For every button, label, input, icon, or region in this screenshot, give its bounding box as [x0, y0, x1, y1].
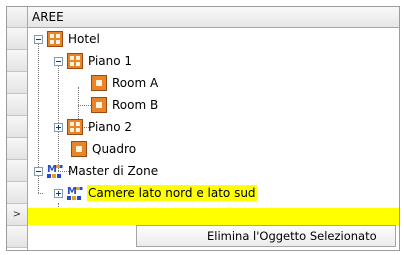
tree-node-label[interactable]: Piano 2 [87, 119, 133, 135]
column-header[interactable]: AREE [28, 7, 399, 28]
context-menu: Elimina l'Oggetto Selezionato [136, 225, 396, 247]
row-header[interactable] [7, 28, 27, 50]
corner-header [7, 7, 27, 28]
master-zone-icon [47, 163, 63, 179]
room-icon [91, 97, 107, 113]
expand-toggle-icon[interactable] [54, 188, 63, 198]
collapse-toggle-icon[interactable] [34, 34, 43, 44]
area-grid-icon [67, 119, 83, 135]
tree-node-label[interactable]: Camere lato nord e lato sud [87, 185, 257, 201]
tree-row[interactable]: Master di Zone [28, 160, 399, 182]
collapse-toggle-icon[interactable] [54, 56, 63, 66]
row-header-current[interactable]: > [7, 204, 27, 226]
row-header[interactable] [7, 72, 27, 94]
delete-selected-menu-item[interactable]: Elimina l'Oggetto Selezionato [207, 226, 377, 246]
tree-node-label[interactable]: Room B [111, 97, 159, 113]
row-header[interactable] [7, 116, 27, 138]
row-header-column: > [7, 7, 28, 250]
tree-row-selected[interactable]: Camere lato nord e lato sud [28, 182, 399, 204]
row-header[interactable] [7, 50, 27, 72]
tree-node-label[interactable]: Quadro [91, 141, 137, 157]
tree-node-label[interactable]: Hotel [67, 31, 101, 47]
collapse-toggle-icon[interactable] [34, 166, 43, 176]
tree-row[interactable]: Quadro [28, 138, 399, 160]
row-header[interactable] [7, 226, 27, 248]
room-icon [91, 75, 107, 91]
row-header[interactable] [7, 94, 27, 116]
master-zone-icon [67, 185, 83, 201]
tree-row[interactable]: Hotel [28, 28, 399, 50]
tree-row[interactable]: Room A [28, 72, 399, 94]
tree-node-label[interactable]: Master di Zone [67, 163, 159, 179]
tree-node-label[interactable]: Piano 1 [87, 53, 133, 69]
row-header[interactable] [7, 182, 27, 204]
tree-grid: AREE > Hotel Piano 1 Room A Room B Piano… [6, 6, 400, 251]
row-header[interactable] [7, 160, 27, 182]
selected-row-highlight [28, 208, 399, 225]
tree-row[interactable]: Room B [28, 94, 399, 116]
room-icon [71, 141, 87, 157]
tree-row[interactable]: Piano 1 [28, 50, 399, 72]
row-header[interactable] [7, 138, 27, 160]
area-grid-icon [67, 53, 83, 69]
area-grid-icon [47, 31, 63, 47]
expand-toggle-icon[interactable] [54, 122, 63, 132]
tree-node-label[interactable]: Room A [111, 75, 159, 91]
tree-row[interactable]: Piano 2 [28, 116, 399, 138]
